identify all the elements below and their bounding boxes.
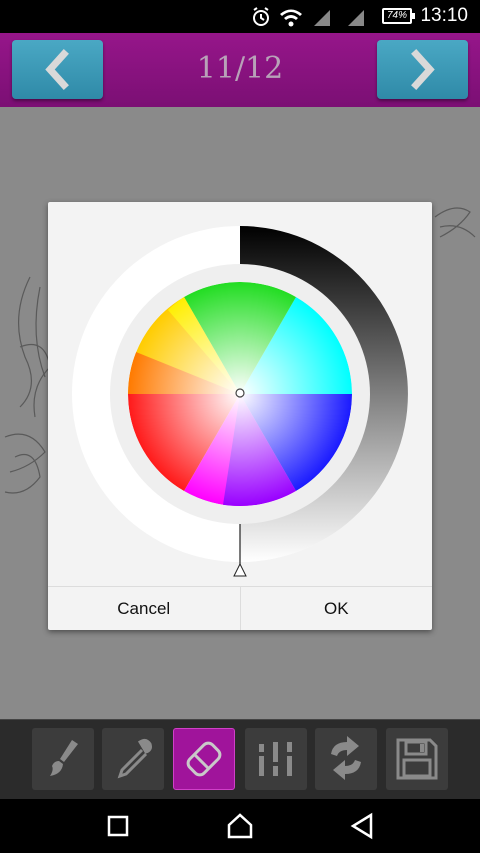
eyedropper-tool[interactable] xyxy=(102,728,164,790)
home-icon[interactable] xyxy=(225,811,255,841)
signal-icon xyxy=(348,10,364,26)
prev-page-button[interactable] xyxy=(12,40,103,99)
eraser-icon xyxy=(186,741,222,777)
settings-tool[interactable] xyxy=(245,728,307,790)
dialog-buttons: Cancel OK xyxy=(48,586,432,630)
status-time: 13:10 xyxy=(420,5,468,26)
wifi-icon xyxy=(280,9,302,27)
eraser-tool[interactable] xyxy=(173,728,235,790)
color-selector[interactable] xyxy=(235,388,245,398)
system-nav-bar xyxy=(0,799,480,853)
chevron-right-icon xyxy=(411,49,435,90)
color-picker xyxy=(72,226,408,577)
battery-icon: 74% xyxy=(382,8,415,24)
save-icon xyxy=(396,738,438,780)
brush-icon xyxy=(50,740,78,776)
ok-button[interactable]: OK xyxy=(239,587,433,630)
battery-level: 74% xyxy=(386,10,407,21)
chevron-left-icon xyxy=(45,49,69,90)
cancel-button[interactable]: Cancel xyxy=(48,587,240,630)
swap-icon xyxy=(331,736,361,780)
color-picker-dialog: Cancel OK xyxy=(48,202,432,630)
save-tool[interactable] xyxy=(386,728,448,790)
tool-bar xyxy=(0,719,480,800)
brightness-pointer[interactable] xyxy=(233,562,247,577)
back-icon[interactable] xyxy=(347,811,377,841)
status-icons xyxy=(253,7,364,27)
status-bar: 74% 13:10 xyxy=(0,0,480,33)
signal-icon xyxy=(314,10,330,26)
next-page-button[interactable] xyxy=(377,40,468,99)
page-counter: 11/12 xyxy=(196,51,284,86)
recents-icon[interactable] xyxy=(103,811,133,841)
sliders-icon xyxy=(259,742,292,776)
brush-tool[interactable] xyxy=(32,728,94,790)
swap-tool[interactable] xyxy=(315,728,377,790)
eyedropper-icon xyxy=(117,738,152,779)
alarm-icon xyxy=(253,7,269,26)
top-bar: 11/12 xyxy=(0,33,480,107)
